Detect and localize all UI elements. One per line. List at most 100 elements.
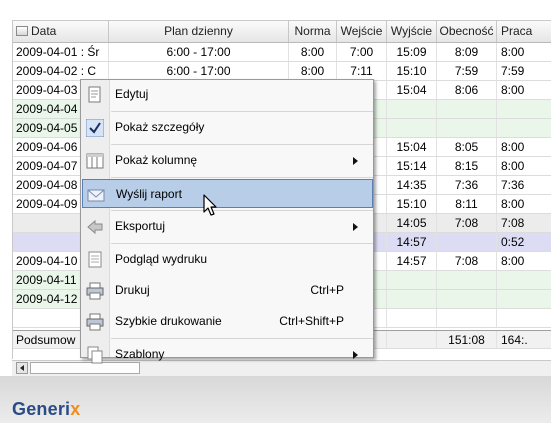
- columns-grid-icon: [86, 152, 104, 170]
- table-cell: 15:10: [387, 62, 437, 80]
- table-cell: 0:52: [497, 233, 551, 251]
- export-arrow-icon: [86, 218, 104, 236]
- submenu-arrow-icon: [353, 157, 358, 165]
- table-cell: [437, 100, 497, 118]
- menu-separator: [111, 144, 373, 145]
- column-header-praca[interactable]: Praca: [497, 21, 551, 42]
- table-cell: 14:35: [387, 176, 437, 194]
- scroll-left-button[interactable]: [16, 362, 28, 374]
- footer-bar: [0, 376, 551, 423]
- table-cell: 2009-04-01 : Śr: [13, 43, 109, 61]
- quick-print-icon: [86, 313, 104, 331]
- menu-item-label: Drukuj: [115, 283, 150, 297]
- mouse-pointer-icon: [203, 194, 217, 216]
- menu-separator: [111, 338, 373, 339]
- table-cell: 15:04: [387, 138, 437, 156]
- table-cell: [437, 233, 497, 251]
- column-header-wejscie[interactable]: Wejście: [337, 21, 387, 42]
- menu-item-podglad-wydruku[interactable]: Podgląd wydruku: [82, 245, 372, 274]
- table-cell: [437, 271, 497, 289]
- table-cell: 8:00: [497, 157, 551, 175]
- column-header-obecnosc[interactable]: Obecność: [437, 21, 497, 42]
- table-cell: [497, 100, 551, 118]
- submenu-arrow-icon: [353, 351, 358, 359]
- table-cell: [497, 309, 551, 327]
- menu-item-label: Eksportuj: [115, 219, 166, 233]
- column-header-plan[interactable]: Plan dzienny: [109, 21, 289, 42]
- print-preview-icon: [86, 251, 104, 269]
- column-header-label: Praca: [501, 24, 533, 38]
- grid-header: Data Plan dzienny Norma Wejście Wyjście …: [13, 21, 551, 43]
- menu-item-pokaz-szczegoly[interactable]: Pokaż szczegóły: [82, 113, 372, 142]
- menu-item-label: Pokaż kolumnę: [115, 153, 198, 167]
- table-cell: 8:15: [437, 157, 497, 175]
- templates-icon: [86, 346, 104, 364]
- menu-separator: [111, 111, 373, 112]
- table-cell: 7:08: [437, 252, 497, 270]
- table-cell: 15:04: [387, 81, 437, 99]
- table-cell: 14:57: [387, 233, 437, 251]
- column-header-label: Wejście: [340, 24, 383, 38]
- table-cell: 14:57: [387, 252, 437, 270]
- table-cell: [387, 331, 437, 349]
- menu-item-drukuj[interactable]: Drukuj Ctrl+P: [82, 276, 372, 305]
- column-header-wyjscie[interactable]: Wyjście: [387, 21, 437, 42]
- checkmark-icon: [85, 118, 105, 138]
- table-cell: [437, 119, 497, 137]
- column-header-data[interactable]: Data: [13, 21, 109, 42]
- table-cell: 7:36: [437, 176, 497, 194]
- column-header-label: Plan dzienny: [164, 24, 233, 38]
- menu-item-pokaz-kolumne[interactable]: Pokaż kolumnę: [82, 146, 372, 175]
- column-header-label: Data: [31, 24, 57, 38]
- table-cell: [387, 290, 437, 308]
- table-cell: 7:11: [337, 62, 387, 80]
- table-cell: 7:08: [437, 214, 497, 232]
- column-chooser-icon[interactable]: [16, 26, 28, 36]
- table-cell: [497, 290, 551, 308]
- menu-item-label: Edytuj: [115, 87, 149, 101]
- generix-logo: Generix: [12, 399, 81, 419]
- menu-item-shortcut: Ctrl+P: [310, 283, 344, 297]
- menu-separator: [111, 243, 373, 244]
- table-cell: 8:05: [437, 138, 497, 156]
- menu-item-edytuj[interactable]: Edytuj: [82, 80, 372, 109]
- table-cell: 8:00: [497, 138, 551, 156]
- table-cell: 7:00: [337, 43, 387, 61]
- menu-item-label: Wyślij raport: [116, 187, 182, 201]
- mail-envelope-icon: [87, 186, 105, 204]
- menu-separator: [111, 177, 373, 178]
- column-header-label: Obecność: [439, 24, 494, 38]
- menu-item-label: Szybkie drukowanie: [115, 314, 222, 328]
- application-window: Data Plan dzienny Norma Wejście Wyjście …: [0, 0, 551, 423]
- menu-item-label: Podgląd wydruku: [115, 252, 208, 266]
- table-cell: 7:59: [497, 62, 551, 80]
- table-cell: 8:09: [437, 43, 497, 61]
- table-cell: 151:08: [437, 331, 497, 349]
- menu-item-szybkie-drukowanie[interactable]: Szybkie drukowanie Ctrl+Shift+P: [82, 307, 372, 336]
- table-cell: [387, 100, 437, 118]
- table-cell: 15:10: [387, 195, 437, 213]
- menu-item-wyslij-raport[interactable]: Wyślij raport: [82, 179, 373, 208]
- table-cell: 8:06: [437, 81, 497, 99]
- table-cell: 8:00: [497, 252, 551, 270]
- table-cell: [497, 119, 551, 137]
- table-cell: 15:09: [387, 43, 437, 61]
- menu-item-eksportuj[interactable]: Eksportuj: [82, 212, 372, 241]
- table-cell: 8:00: [497, 43, 551, 61]
- table-cell: 8:11: [437, 195, 497, 213]
- table-cell: 8:00: [289, 62, 337, 80]
- table-row[interactable]: 2009-04-01 : Śr 6:00 - 17:00 8:00 7:00 15:09…: [13, 43, 551, 62]
- context-menu: Edytuj Pokaż szczegóły Pokaż kolumnę Wyślij…: [80, 79, 374, 364]
- column-header-label: Wyjście: [390, 24, 433, 38]
- edit-page-icon: [86, 86, 104, 104]
- column-header-norma[interactable]: Norma: [289, 21, 337, 42]
- column-header-label: Norma: [294, 24, 331, 38]
- table-cell: [437, 290, 497, 308]
- menu-item-szablony[interactable]: Szablony: [82, 340, 372, 369]
- table-cell: 7:08: [497, 214, 551, 232]
- table-cell: [387, 119, 437, 137]
- table-cell: 164:.: [497, 331, 551, 349]
- table-cell: [387, 271, 437, 289]
- printer-icon: [86, 282, 104, 300]
- table-cell: 15:14: [387, 157, 437, 175]
